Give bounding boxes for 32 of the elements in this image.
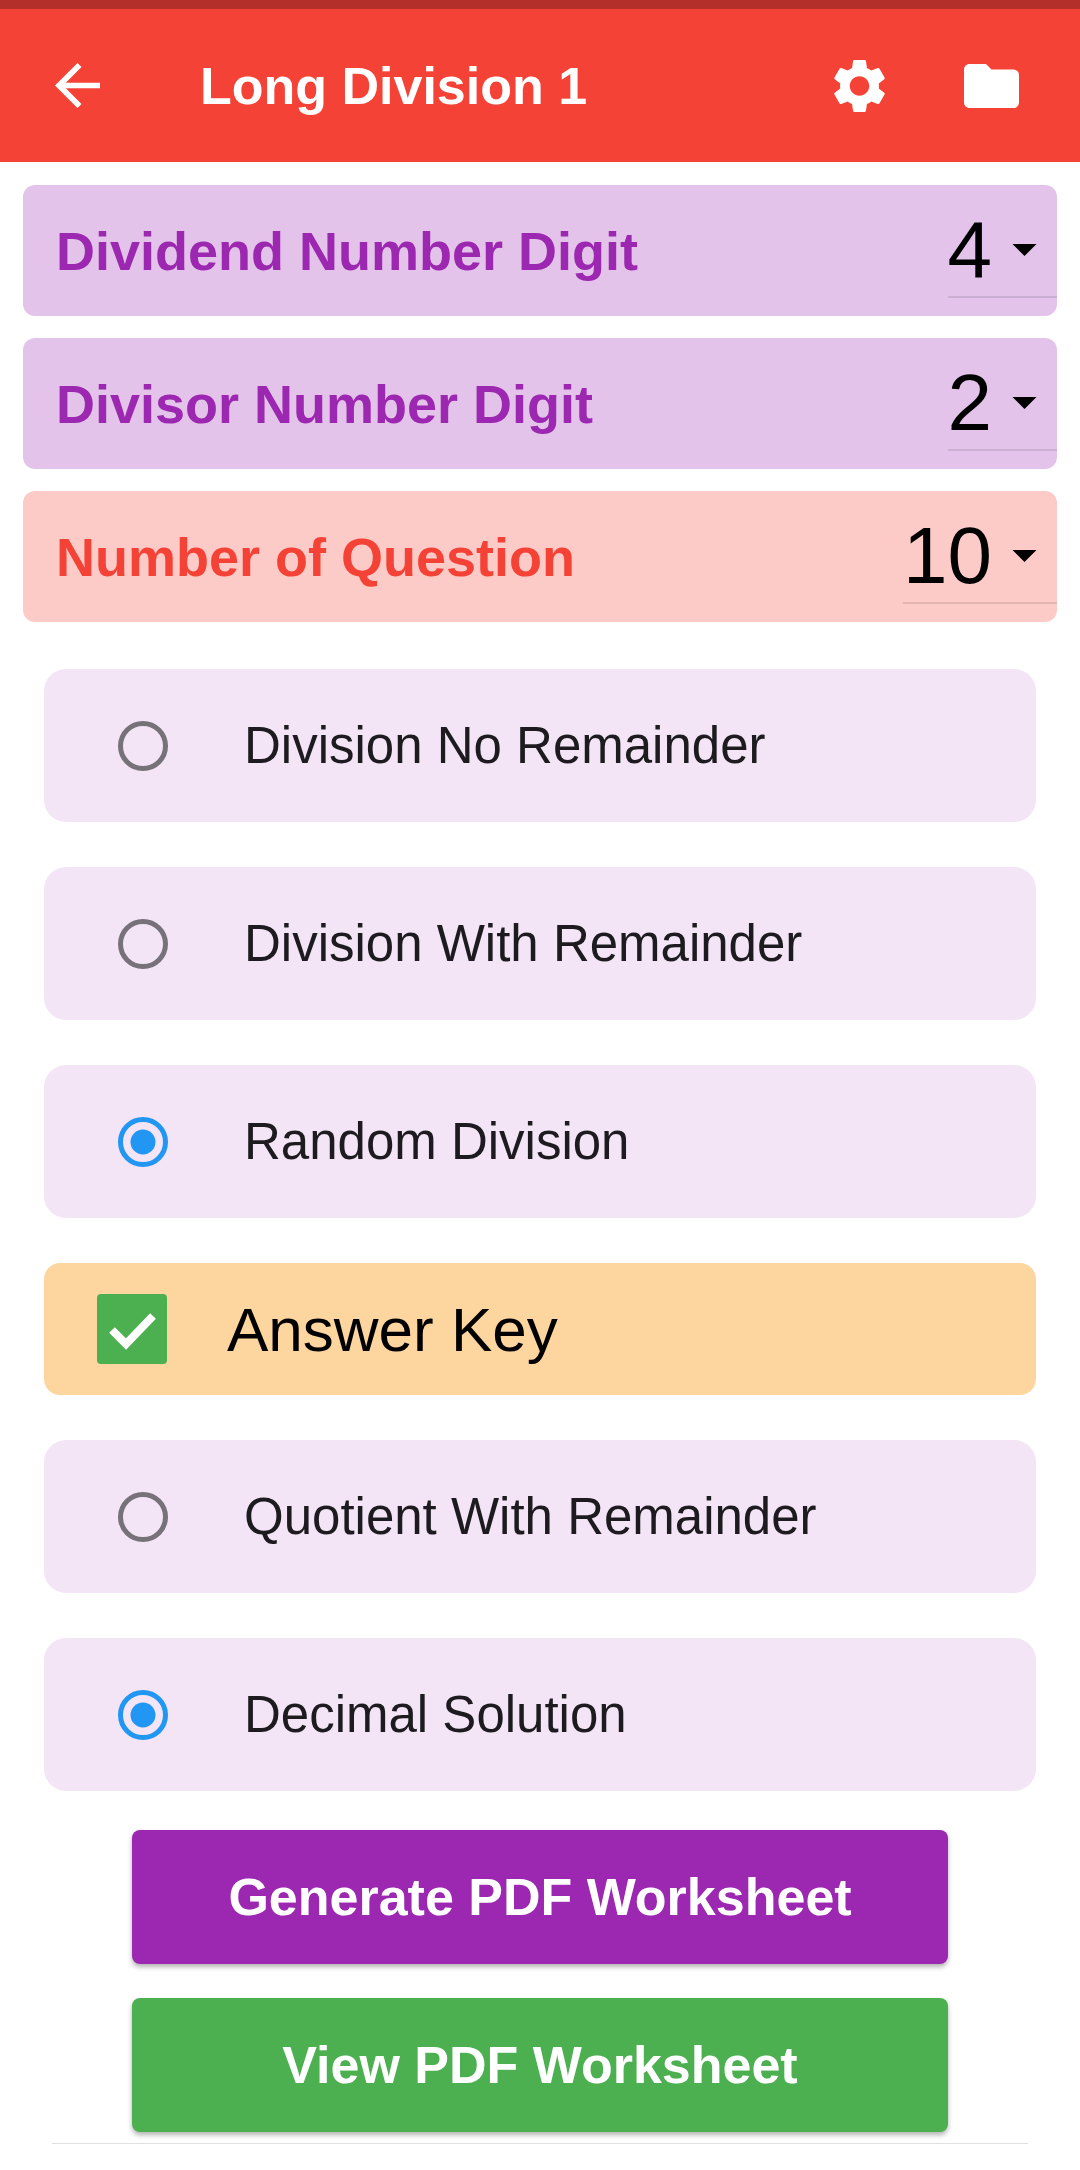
caret-icon	[1012, 396, 1037, 409]
radio-button[interactable]	[118, 918, 168, 969]
option-card[interactable]: Division No Remainder	[44, 669, 1036, 822]
dropdown[interactable]: 4	[947, 203, 1057, 298]
option-card[interactable]: Quotient With Remainder	[44, 1440, 1036, 1593]
checkbox[interactable]	[97, 1294, 167, 1364]
back-arrow-icon[interactable]	[55, 63, 100, 108]
settings-icon[interactable]	[834, 58, 885, 113]
setting-label: Divisor Number Digit	[56, 372, 594, 435]
option-label: Quotient With Remainder	[244, 1487, 817, 1546]
dropdown[interactable]: 2	[947, 356, 1057, 451]
radio-button[interactable]	[118, 1689, 168, 1740]
caret-icon	[1012, 243, 1037, 256]
action-button[interactable]: Generate PDF Worksheet	[132, 1830, 948, 1964]
setting-label: Number of Question	[56, 525, 575, 588]
option-card[interactable]: Division With Remainder	[44, 867, 1036, 1020]
option-label: Division No Remainder	[244, 716, 766, 775]
option-card[interactable]: Decimal Solution	[44, 1638, 1036, 1791]
radio-button[interactable]	[118, 1116, 168, 1167]
option-card[interactable]: Random Division	[44, 1065, 1036, 1218]
radio-button[interactable]	[118, 1491, 168, 1542]
option-label: Decimal Solution	[244, 1685, 627, 1744]
setting-label: Dividend Number Digit	[56, 219, 639, 282]
option-label: Division With Remainder	[244, 914, 803, 973]
app-title: Long Division 1	[200, 55, 588, 116]
folder-icon[interactable]	[964, 63, 1019, 108]
radio-button[interactable]	[118, 720, 168, 771]
caret-icon	[1012, 549, 1037, 562]
option-label: Random Division	[244, 1112, 630, 1171]
answer-key-label: Answer Key	[227, 1293, 558, 1365]
answer-key-card[interactable]: Answer Key	[44, 1263, 1036, 1395]
dropdown[interactable]: 10	[903, 509, 1057, 604]
